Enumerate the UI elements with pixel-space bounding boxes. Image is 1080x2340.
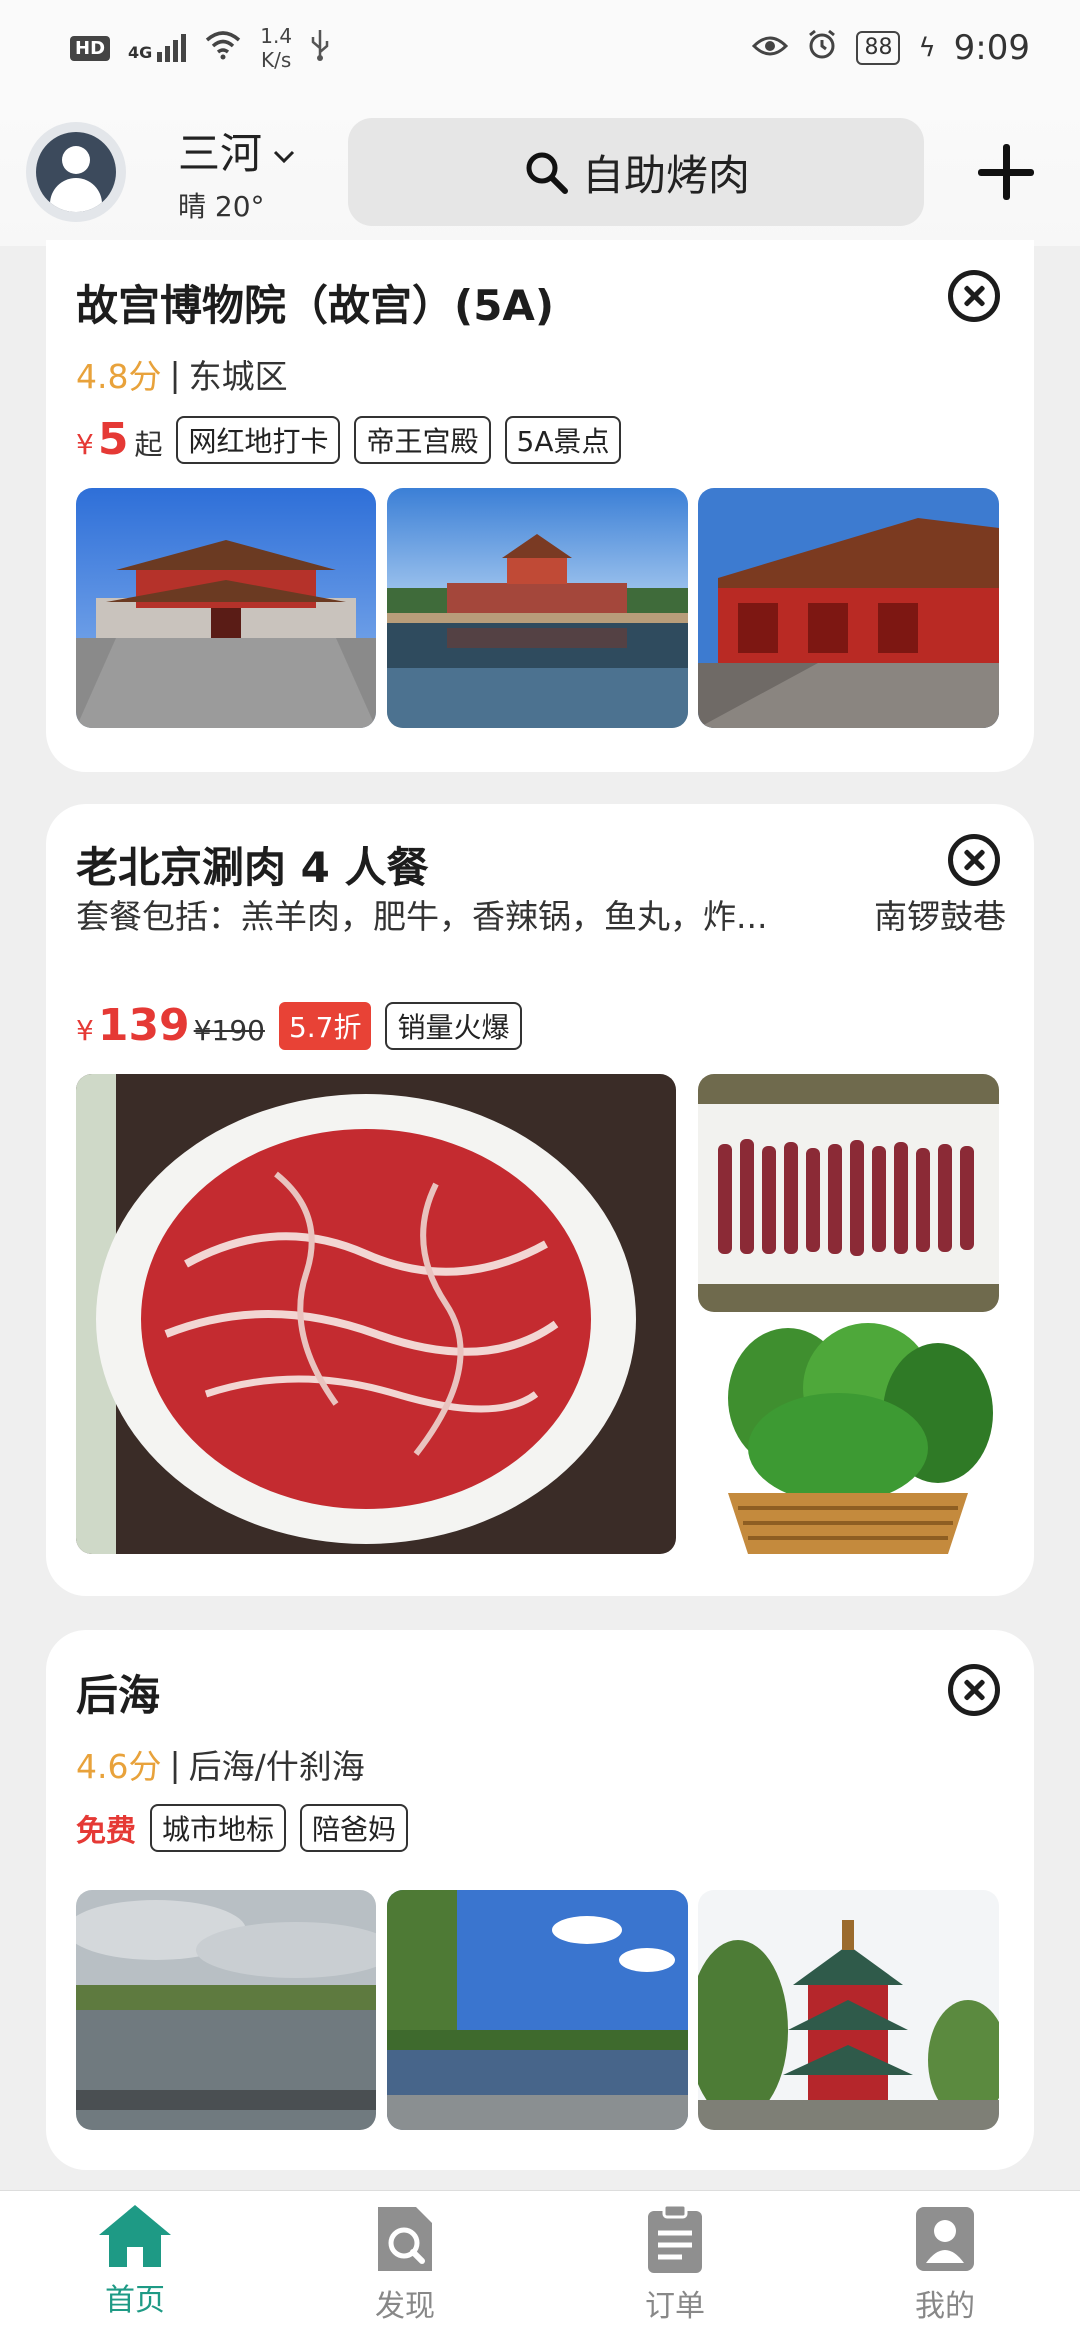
card-title: 故宫博物院（故宫）(5A) — [76, 281, 555, 330]
photo-red-hall[interactable] — [698, 488, 999, 728]
attraction-card[interactable]: 故宫博物院（故宫）(5A) 4.8分 | 东城区 ¥ 5 起 网红地打卡 帝王宫… — [46, 240, 1034, 772]
nav-item-profile[interactable]: 我的 — [810, 2191, 1080, 2340]
bottom-nav: 首页 发现 订单 我的 — [0, 2190, 1080, 2340]
tag: 销量火爆 — [385, 1001, 522, 1050]
rating: 4.8分 — [76, 357, 162, 396]
tag: 5A景点 — [504, 415, 622, 464]
wifi-icon — [204, 30, 242, 67]
card-meta: 4.6分 | 后海/什刹海 — [76, 1740, 365, 1788]
tag: 城市地标 — [150, 1804, 287, 1852]
net-speed-unit: K/s — [261, 48, 292, 72]
tag: 帝王宫殿 — [354, 415, 491, 464]
usb-icon — [310, 28, 330, 69]
photo-lake-bluesky[interactable] — [387, 1890, 688, 2130]
free-label: 免费 — [76, 1814, 136, 1849]
price: ¥ 5 起 — [76, 414, 162, 465]
nav-label: 发现 — [375, 2289, 435, 2324]
nav-item-discover[interactable]: 发现 — [270, 2191, 540, 2340]
net-speed-value: 1.4 — [260, 24, 293, 48]
district: 东城区 — [188, 357, 288, 396]
nav-label: 订单 — [645, 2289, 705, 2324]
location-selector[interactable]: 三河 晴 20° — [178, 120, 296, 225]
price-suffix: 起 — [134, 428, 163, 461]
add-button[interactable] — [978, 144, 1034, 200]
tag: 网红地打卡 — [176, 415, 341, 464]
card-title: 后海 — [76, 1671, 161, 1720]
nav-label: 我的 — [915, 2289, 975, 2324]
card-title: 老北京涮肉 4 人餐 — [76, 843, 429, 892]
tag-row: 免费 城市地标 陪爸妈 — [76, 1804, 409, 1852]
district: 后海/什刹海 — [188, 1747, 365, 1786]
separator: | — [169, 354, 181, 394]
nav-label: 首页 — [105, 2283, 165, 2318]
charging-icon: ϟ — [918, 33, 936, 63]
eye-icon — [752, 32, 789, 65]
close-icon[interactable] — [948, 834, 1000, 886]
tag-row: ¥ 5 起 网红地打卡 帝王宫殿 5A景点 — [76, 414, 622, 465]
close-icon[interactable] — [948, 1664, 1000, 1716]
restaurant-card[interactable]: 老北京涮肉 4 人餐 套餐包括：羔羊肉，肥牛，香辣锅，鱼丸，炸... 南锣鼓巷 … — [46, 804, 1034, 1596]
price-value: 5 — [97, 414, 129, 465]
discover-icon — [378, 2207, 432, 2271]
nav-item-home[interactable]: 首页 — [0, 2191, 270, 2340]
price-value: 139 — [97, 1000, 190, 1051]
chevron-down-icon — [272, 126, 296, 175]
attraction-card[interactable]: 后海 4.6分 | 后海/什刹海 免费 城市地标 陪爸妈 — [46, 1630, 1034, 2170]
weather-text: 晴 20° — [178, 190, 265, 223]
currency: ¥ — [76, 1014, 94, 1047]
card-description: 套餐包括：羔羊肉，肥牛，香辣锅，鱼丸，炸... 南锣鼓巷 — [76, 890, 1006, 938]
rating: 4.6分 — [76, 1747, 162, 1786]
original-price: ¥190 — [193, 1014, 265, 1047]
close-icon[interactable] — [948, 270, 1000, 322]
signal-icon: 4G — [128, 34, 187, 62]
search-text: 自助烤肉 — [581, 150, 750, 200]
price: ¥ 139 ¥190 — [76, 1000, 265, 1051]
nav-item-orders[interactable]: 订单 — [540, 2191, 810, 2340]
user-avatar-icon — [36, 132, 116, 212]
currency: ¥ — [76, 428, 94, 461]
avatar[interactable] — [26, 122, 126, 222]
photo-lamb-strips[interactable] — [698, 1074, 999, 1312]
city-name: 三河 — [178, 129, 263, 178]
photo-corner-tower[interactable] — [387, 488, 688, 728]
card-meta: 4.8分 | 东城区 — [76, 350, 288, 398]
clock: 9:09 — [953, 28, 1030, 68]
app-header: 三河 晴 20° 自助烤肉 — [0, 96, 1080, 246]
home-icon — [99, 2205, 171, 2267]
profile-icon — [916, 2207, 974, 2271]
photo-beef-slices[interactable] — [76, 1074, 676, 1554]
photo-spinach[interactable] — [698, 1318, 999, 1554]
alarm-icon — [806, 29, 838, 68]
status-bar: HD 4G 1.4 K/s 88 ϟ 9:09 — [0, 0, 1080, 96]
tag: 陪爸妈 — [300, 1804, 409, 1852]
orders-icon — [648, 2203, 702, 2273]
hd-badge: HD — [70, 35, 111, 61]
package-description: 套餐包括：羔羊肉，肥牛，香辣锅，鱼丸，炸... — [76, 897, 768, 936]
photo-lake-cloudy[interactable] — [76, 1890, 376, 2130]
separator: | — [169, 1744, 181, 1784]
photo-palace-hall[interactable] — [76, 488, 376, 728]
discount-badge: 5.7折 — [278, 1001, 372, 1050]
network-type: 4G — [128, 43, 153, 62]
battery-indicator: 88 — [856, 31, 901, 65]
search-icon — [526, 152, 568, 194]
location: 南锣鼓巷 — [874, 897, 1006, 936]
net-speed: 1.4 K/s — [260, 24, 292, 72]
tag-row: ¥ 139 ¥190 5.7折 销量火爆 — [76, 1000, 522, 1051]
photo-pagoda[interactable] — [698, 1890, 999, 2130]
search-bar[interactable]: 自助烤肉 — [348, 118, 924, 226]
